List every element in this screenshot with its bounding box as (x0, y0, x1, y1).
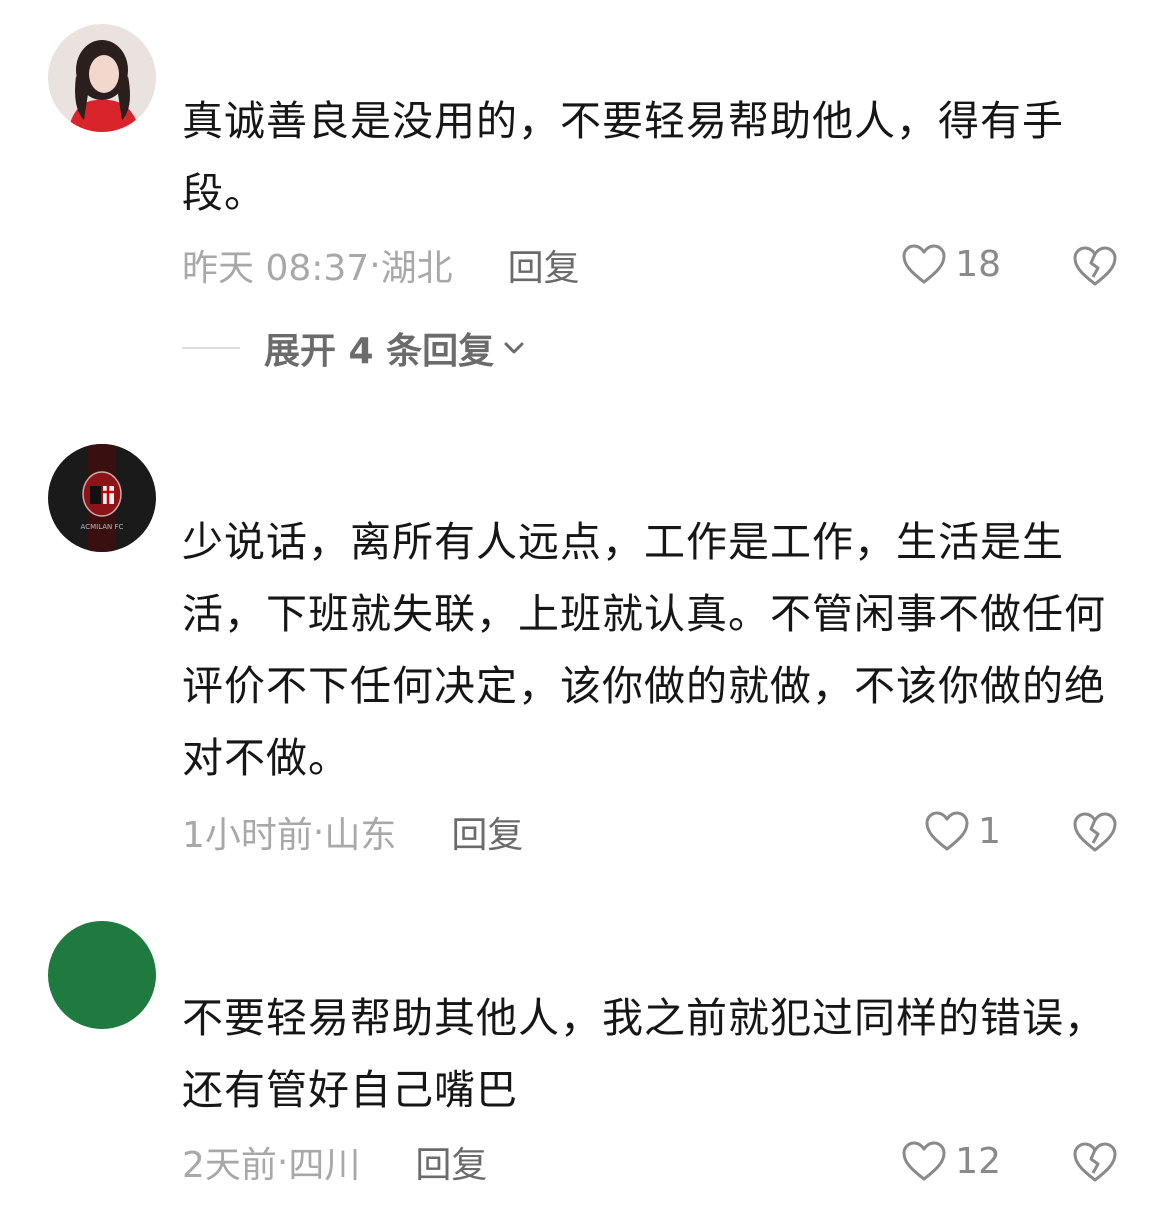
club-crest-text: ACMILAN FC (81, 523, 124, 531)
like-count: 18 (955, 243, 1001, 285)
comment-text: 真诚善良是没用的，不要轻易帮助他人，得有手段。 (182, 97, 1064, 217)
green-circle-avatar-icon (48, 921, 156, 1029)
avatar[interactable] (48, 921, 156, 1029)
like-button[interactable]: 18 (901, 243, 1001, 285)
comment-time: 1小时前 (182, 815, 313, 856)
like-count: 12 (955, 1140, 1001, 1182)
broken-heart-icon[interactable] (1072, 1139, 1118, 1185)
comment-location: 湖北 (380, 248, 453, 289)
comment-meta: 2天前 · 四川 回复 (182, 1137, 487, 1187)
meta-separator: · (369, 244, 381, 286)
divider-line (182, 347, 240, 349)
avatar[interactable]: ACMILAN FC (48, 444, 156, 552)
meta-separator: · (312, 811, 325, 853)
comment-time: 昨天 08:37 (182, 248, 370, 289)
like-button[interactable]: 1 (924, 810, 1001, 852)
heart-icon (925, 811, 969, 851)
like-count: 1 (978, 810, 1001, 852)
comment-time: 2天前 (182, 1145, 277, 1186)
chevron-down-icon (504, 342, 524, 354)
comment-meta: 昨天 08:37 · 湖北 回复 (182, 240, 580, 290)
broken-heart-icon[interactable] (1072, 243, 1118, 289)
user-photo-avatar-icon (48, 24, 156, 132)
comment-location: 山东 (324, 815, 397, 856)
comment-text: 不要轻易帮助其他人，我之前就犯过同样的错误，还有管好自己嘴巴 (182, 994, 1106, 1114)
club-crest-avatar-icon: ACMILAN FC (48, 444, 156, 552)
expand-replies-label: 展开 4 条回复 (264, 331, 495, 372)
meta-separator: · (276, 1141, 289, 1183)
expand-replies-button[interactable]: 展开 4 条回复 (182, 322, 528, 374)
heart-icon (902, 1141, 946, 1181)
broken-heart-icon[interactable] (1072, 809, 1118, 855)
comment-location: 四川 (288, 1145, 361, 1186)
reply-button[interactable]: 回复 (451, 806, 523, 858)
reply-button[interactable]: 回复 (508, 239, 580, 291)
comment-meta: 1小时前 · 山东 回复 (182, 807, 523, 857)
like-button[interactable]: 12 (901, 1140, 1001, 1182)
reply-button[interactable]: 回复 (415, 1136, 487, 1188)
comment-text: 少说话，离所有人远点，工作是工作，生活是生活，下班就失联，上班就认真。不管闲事不… (182, 518, 1106, 782)
heart-icon (902, 244, 946, 284)
avatar[interactable] (48, 24, 156, 132)
